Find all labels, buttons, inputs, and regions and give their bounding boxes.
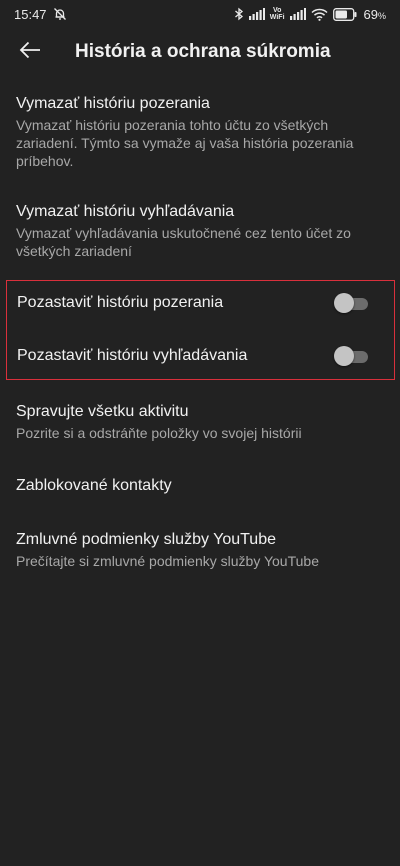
pause-search-history-row[interactable]: Pozastaviť históriu vyhľadávania [0, 333, 400, 379]
clear-watch-history-title: Vymazať históriu pozerania [16, 95, 210, 112]
bluetooth-icon [234, 7, 244, 21]
status-left: 15:47 [14, 7, 67, 22]
pause-search-history-title: Pozastaviť históriu vyhľadávania [17, 347, 248, 364]
back-button[interactable] [2, 28, 58, 76]
battery-percent-value: 69 [363, 6, 378, 22]
manage-activity-title: Spravujte všetku aktivitu [16, 403, 189, 420]
pause-watch-history-toggle[interactable] [334, 292, 370, 314]
battery-percent-unit: % [377, 10, 386, 21]
terms-of-service-item[interactable]: Zmluvné podmienky služby YouTube Prečíta… [0, 530, 400, 570]
clear-search-history-subtitle: Vymazať vyhľadávania uskutočnené cez ten… [16, 225, 351, 259]
status-bar: 15:47 Vo WiFi 69% [0, 0, 400, 28]
status-time: 15:47 [14, 6, 47, 22]
signal-icon [289, 8, 306, 20]
terms-of-service-title: Zmluvné podmienky služby YouTube [16, 531, 276, 548]
terms-of-service-subtitle: Prečítajte si zmluvné podmienky služby Y… [16, 553, 319, 569]
manage-activity-item[interactable]: Spravujte všetku aktivitu Pozrite si a o… [0, 402, 400, 442]
manage-activity-subtitle: Pozrite si a odstráňte položky vo svojej… [16, 425, 302, 441]
wifi-icon [311, 8, 328, 21]
toggle-thumb [334, 293, 354, 313]
battery-icon [332, 7, 357, 21]
vowifi-bottom-label: WiFi [269, 14, 285, 21]
battery-percent: 69% [364, 7, 386, 22]
clear-watch-history-item[interactable]: Vymazať históriu pozerania Vymazať histó… [0, 94, 400, 170]
blocked-contacts-item[interactable]: Zablokované kontakty [0, 476, 400, 496]
pause-search-history-toggle[interactable] [334, 345, 370, 367]
clear-search-history-item[interactable]: Vymazať históriu vyhľadávania Vymazať vy… [0, 202, 400, 260]
clear-watch-history-subtitle: Vymazať históriu pozerania tohto účtu zo… [16, 117, 354, 169]
clear-search-history-title: Vymazať históriu vyhľadávania [16, 203, 235, 220]
status-right: Vo WiFi 69% [234, 7, 386, 22]
toggle-thumb [334, 346, 354, 366]
vowifi-top-label: Vo [272, 7, 282, 14]
pause-watch-history-row[interactable]: Pozastaviť históriu pozerania [0, 280, 400, 326]
vowifi-icon: Vo WiFi [270, 7, 285, 21]
pause-watch-history-title: Pozastaviť históriu pozerania [17, 294, 224, 311]
blocked-contacts-title: Zablokované kontakty [16, 477, 172, 494]
mute-bell-icon [53, 7, 67, 21]
signal-icon [248, 8, 265, 20]
arrow-left-icon [19, 41, 41, 64]
app-bar: História a ochrana súkromia [0, 28, 400, 76]
page-title: História a ochrana súkromia [75, 41, 331, 62]
